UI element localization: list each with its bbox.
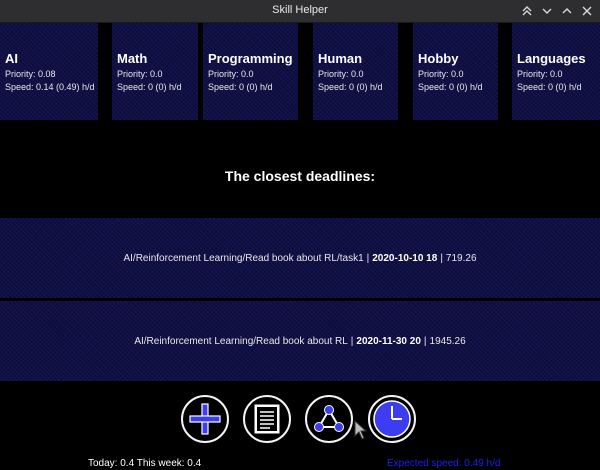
skill-priority: Priority: 0.0 [517,69,563,79]
add-button[interactable] [181,395,229,443]
close-icon [582,6,592,16]
tree-button[interactable] [305,395,353,443]
maximize-button[interactable] [558,2,576,20]
deadline-date: 2020-10-10 18 [372,252,438,264]
skill-tile-languages[interactable]: Languages Priority: 0.0 Speed: 0 (0) h/d [512,23,600,120]
deadline-separator: | [350,335,354,347]
deadline-separator: | [366,252,370,264]
skill-priority: Priority: 0.0 [208,69,254,79]
deadline-value: 719.26 [445,252,477,264]
skill-tile-math[interactable]: Math Priority: 0.0 Speed: 0 (0) h/d [112,23,200,120]
skill-tile-ai[interactable]: AI Priority: 0.08 Speed: 0.14 (0.49) h/d [0,23,100,120]
skill-tile-hobby[interactable]: Hobby Priority: 0.0 Speed: 0 (0) h/d [413,23,500,120]
skill-speed: Speed: 0.14 (0.49) h/d [5,82,95,92]
plus-icon [189,403,221,435]
window-controls [518,2,596,20]
deadline-separator: | [423,335,427,347]
skill-name: Programming [208,51,293,66]
deadline-path: AI/Reinforcement Learning/Read book abou… [123,252,364,264]
skill-speed: Speed: 0 (0) h/d [517,82,582,92]
skill-name: Hobby [418,51,459,66]
deadline-value: 1945.26 [429,335,466,347]
graph-icon [314,405,344,432]
deadline-date: 2020-11-30 20 [356,335,421,347]
deadline-item[interactable]: AI/Reinforcement Learning/Read book abou… [0,301,600,381]
skill-tile-programming[interactable]: Programming Priority: 0.0 Speed: 0 (0) h… [203,23,300,120]
title-bar: Skill Helper [0,0,600,23]
deadline-separator: | [440,252,443,264]
action-bar [0,395,600,447]
chevron-down-icon [542,8,552,14]
close-button[interactable] [578,2,596,20]
skill-speed: Speed: 0 (0) h/d [117,82,182,92]
document-icon [254,404,280,434]
skill-tile-human[interactable]: Human Priority: 0.0 Speed: 0 (0) h/d [313,23,400,120]
skill-priority: Priority: 0.08 [5,69,56,79]
window-title: Skill Helper [272,4,328,16]
clock-icon [373,400,411,438]
skill-tiles: AI Priority: 0.08 Speed: 0.14 (0.49) h/d… [0,23,600,120]
skill-name: Math [117,51,148,66]
notes-button[interactable] [243,395,291,443]
skill-name: Human [318,51,363,66]
minimize-button[interactable] [538,2,556,20]
skill-priority: Priority: 0.0 [117,69,163,79]
skill-priority: Priority: 0.0 [318,69,364,79]
expected-speed: Expected speed: 0.49 h/d [387,458,501,469]
skill-priority: Priority: 0.0 [418,69,464,79]
deadline-item[interactable]: AI/Reinforcement Learning/Read book abou… [0,218,600,298]
skill-speed: Speed: 0 (0) h/d [418,82,483,92]
keep-above-button[interactable] [518,2,536,20]
history-button[interactable] [368,395,416,443]
mouse-cursor-icon [354,420,368,440]
chevron-up-icon [562,8,572,14]
skill-speed: Speed: 0 (0) h/d [208,82,273,92]
skill-speed: Speed: 0 (0) h/d [318,82,383,92]
deadline-path: AI/Reinforcement Learning/Read book abou… [134,335,348,347]
double-chevron-up-icon [522,6,532,16]
time-stats: Today: 0.4 This week: 0.4 [88,458,202,469]
skill-name: Languages [517,51,586,66]
skill-name: AI [5,51,18,66]
deadlines-heading: The closest deadlines: [224,168,376,184]
